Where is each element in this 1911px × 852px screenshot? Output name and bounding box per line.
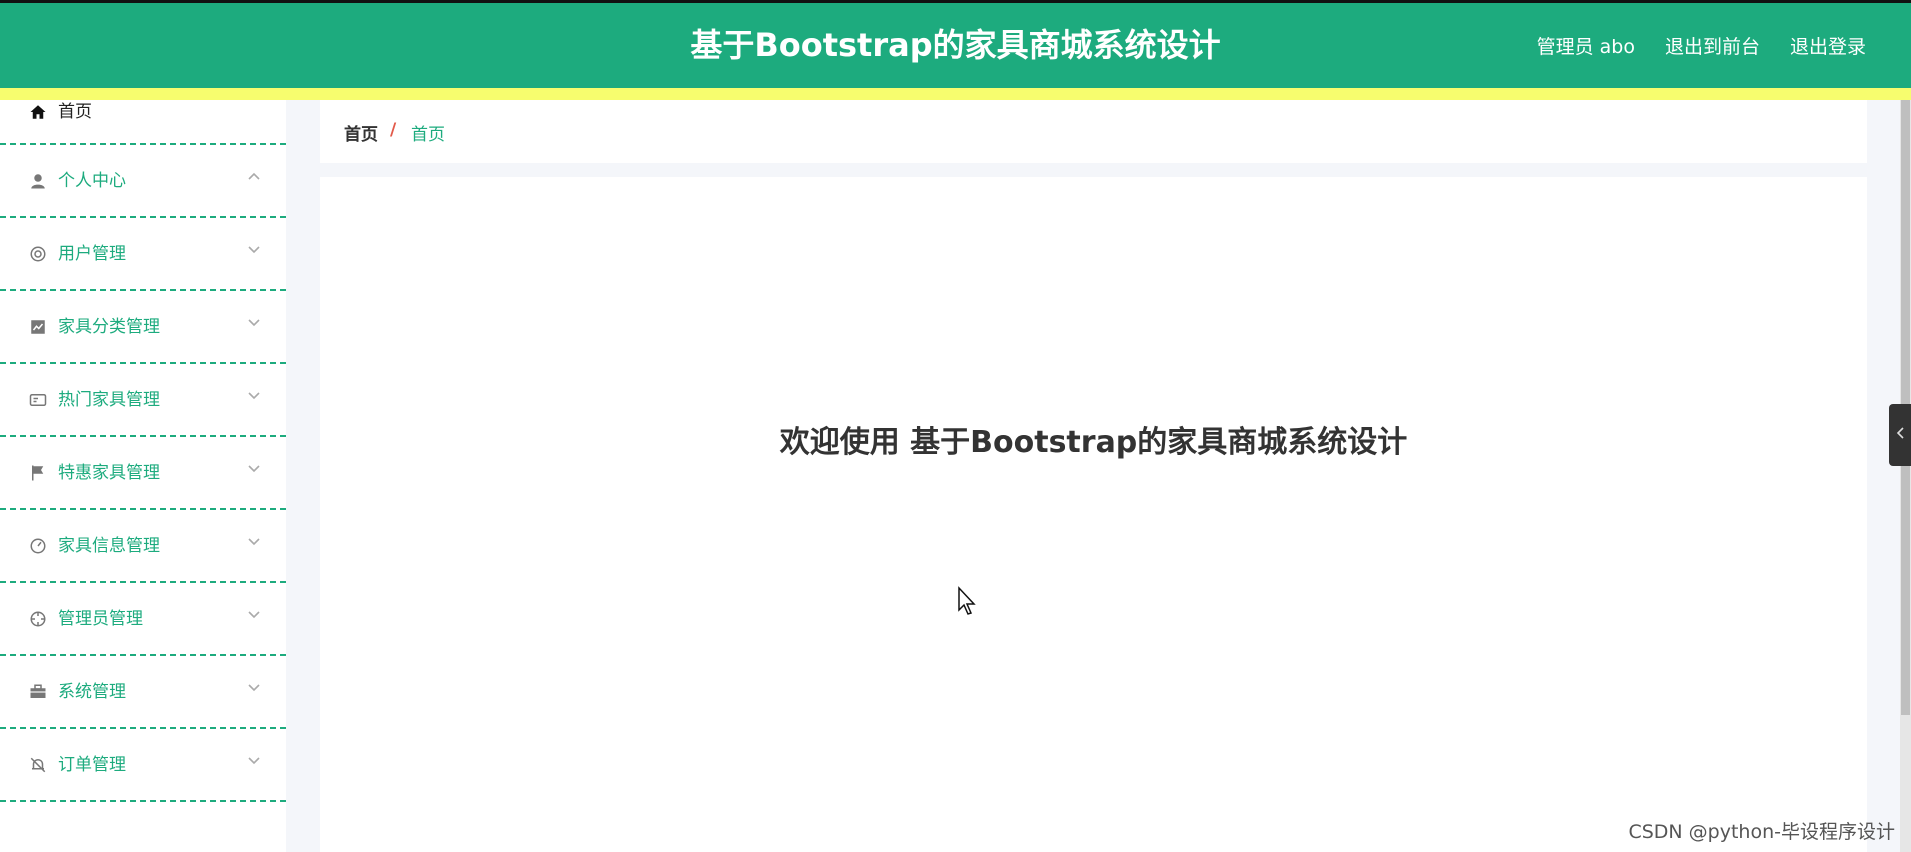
sidebar-item-user-management[interactable]: 用户管理	[0, 218, 286, 291]
lifebuoy-icon	[28, 244, 48, 264]
chevron-down-icon	[247, 680, 261, 694]
breadcrumb-home-link[interactable]: 首页	[344, 120, 378, 145]
sidebar-item-label: 系统管理	[58, 681, 126, 702]
flag-icon	[28, 463, 48, 483]
breadcrumb: 首页 / 首页	[320, 100, 1867, 163]
briefcase-icon	[28, 682, 48, 702]
header-actions: 管理员 abo 退出到前台 退出登录	[1537, 33, 1866, 61]
user-icon	[28, 171, 48, 191]
chevron-up-icon	[247, 169, 261, 183]
sidebar-item-furniture-info[interactable]: 家具信息管理	[0, 510, 286, 583]
sidebar-item-special-furniture[interactable]: 特惠家具管理	[0, 437, 286, 510]
chevron-down-icon	[247, 315, 261, 329]
sidebar: 首页 个人中心 用户管理 家具分类管理 热门家具管理 特惠家具管理 家具信息管理…	[0, 100, 286, 852]
watermark: CSDN @python-毕设程序设计	[1628, 821, 1895, 843]
header-accent-strip	[0, 88, 1911, 100]
sidebar-item-label: 家具分类管理	[58, 316, 160, 337]
chevron-down-icon	[247, 461, 261, 475]
chevron-down-icon	[247, 534, 261, 548]
admin-user-label[interactable]: 管理员 abo	[1537, 33, 1635, 61]
sidebar-item-hot-furniture[interactable]: 热门家具管理	[0, 364, 286, 437]
chevron-left-icon	[1895, 426, 1905, 445]
chevron-down-icon	[247, 753, 261, 767]
chevron-down-icon	[247, 607, 261, 621]
chevron-down-icon	[247, 242, 261, 256]
sidebar-item-label: 特惠家具管理	[58, 462, 160, 483]
crosshair-icon	[28, 609, 48, 629]
back-to-front-link[interactable]: 退出到前台	[1665, 33, 1760, 61]
chevron-down-icon	[247, 388, 261, 402]
sidebar-item-personal-center[interactable]: 个人中心	[0, 145, 286, 218]
sidebar-item-category-management[interactable]: 家具分类管理	[0, 291, 286, 364]
sidebar-item-system-management[interactable]: 系统管理	[0, 656, 286, 729]
bell-off-icon	[28, 755, 48, 775]
sidebar-item-home[interactable]: 首页	[0, 100, 286, 145]
logout-link[interactable]: 退出登录	[1790, 33, 1866, 61]
top-header: 基于Bootstrap的家具商城系统设计 管理员 abo 退出到前台 退出登录	[0, 0, 1911, 88]
sidebar-item-label: 订单管理	[58, 754, 126, 775]
sidebar-item-label: 热门家具管理	[58, 389, 160, 410]
chart-icon	[28, 317, 48, 337]
welcome-message: 欢迎使用 基于Bootstrap的家具商城系统设计	[779, 425, 1408, 460]
sidebar-item-label: 家具信息管理	[58, 535, 160, 556]
sidebar-item-label: 首页	[58, 102, 92, 122]
sidebar-item-order-management[interactable]: 订单管理	[0, 729, 286, 802]
sidebar-item-label: 用户管理	[58, 243, 126, 264]
sidebar-item-label: 个人中心	[58, 170, 126, 191]
side-panel-toggle[interactable]	[1889, 404, 1911, 466]
sidebar-item-admin-management[interactable]: 管理员管理	[0, 583, 286, 656]
home-icon	[28, 102, 48, 122]
mouse-cursor-icon	[957, 586, 977, 621]
breadcrumb-separator: /	[390, 120, 397, 140]
breadcrumb-current: 首页	[411, 125, 445, 145]
main-content: 欢迎使用 基于Bootstrap的家具商城系统设计	[320, 177, 1867, 852]
card-icon	[28, 390, 48, 410]
sidebar-item-label: 管理员管理	[58, 608, 143, 629]
gauge-icon	[28, 536, 48, 556]
